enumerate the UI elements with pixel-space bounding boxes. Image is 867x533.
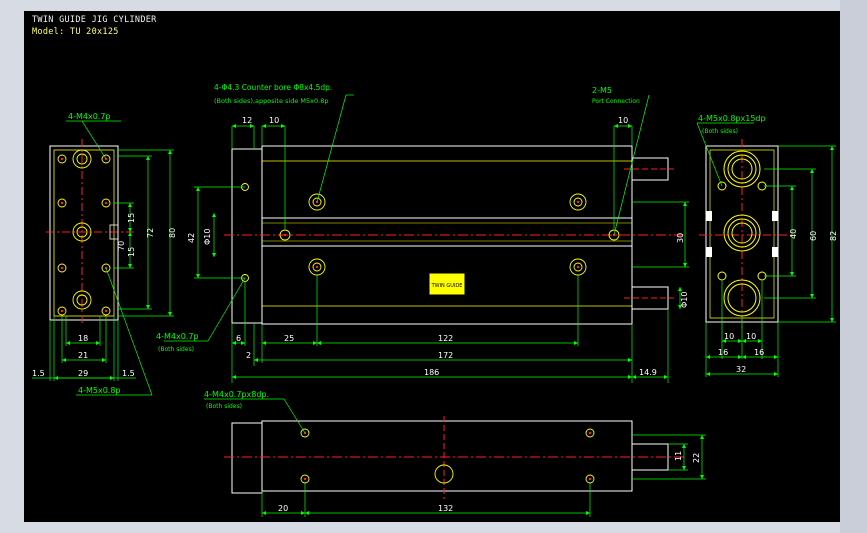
dim-22: 22 [692, 453, 701, 463]
both-sides-bottom: (Both sides) [206, 403, 242, 410]
port-connection-label: Port Connection [592, 98, 640, 105]
dim-10-right-a: 10 [724, 332, 734, 341]
dim-11: 11 [674, 451, 683, 461]
dim-29: 29 [78, 369, 88, 378]
bottom-view: 4-M4x0.7px8dp. (Both sides) 11 22 20 132 [204, 390, 706, 517]
dim-6: 6 [236, 334, 241, 343]
dim-82: 82 [829, 231, 838, 241]
dim-15b: 15 [127, 247, 136, 257]
counter-bore-callout-2: (Both sides),apposite side M5x0.8p [214, 97, 328, 105]
dim-phi10-right: Φ10 [680, 292, 689, 308]
dim-186: 186 [424, 368, 439, 377]
both-sides-front: (Both sides) [158, 346, 194, 353]
m5-callout: 4-M5x0.8p [78, 386, 121, 395]
label-plate: TWIN GUIDE [431, 283, 463, 289]
counter-bore-callout: 4-Φ4.3 Counter bore Φ8x4.5dp. [214, 83, 332, 92]
dim-42: 42 [187, 233, 196, 243]
dim-32: 32 [736, 365, 746, 374]
right-end-view: 4-M5x0.8px15dp (Both sides) 82 60 40 10 … [696, 114, 838, 377]
dim-10-front-left: 10 [269, 116, 279, 125]
dim-14-9: 14.9 [639, 368, 657, 377]
model-label: Model: TU 20x125 [32, 27, 119, 37]
dim-30: 30 [676, 233, 685, 243]
dim-80-left: 80 [168, 228, 177, 238]
left-end-view: 4-M4x0.7p 80 72 15 15 70 18 21 29 1.5 1.… [32, 112, 177, 396]
dim-70: 70 [117, 241, 126, 251]
dim-1-5-left: 1.5 [32, 369, 45, 378]
m5-port-callout: 2-M5 [592, 86, 612, 95]
m4-left-callout: 4-M4x0.7p [68, 112, 111, 121]
window-edge [840, 0, 867, 533]
dim-1-5-right: 1.5 [122, 369, 135, 378]
m4-bottom-callout: 4-M4x0.7px8dp. [204, 390, 269, 399]
dim-18: 18 [78, 334, 88, 343]
dim-2: 2 [246, 351, 251, 360]
dim-172: 172 [438, 351, 453, 360]
dim-72: 72 [146, 228, 155, 238]
dim-16-a: 16 [718, 348, 728, 357]
cad-viewport[interactable]: TWIN GUIDE JIG CYLINDER Model: TU 20x125 [24, 11, 840, 522]
dim-132: 132 [438, 504, 453, 513]
drawing-title: TWIN GUIDE JIG CYLINDER [32, 15, 157, 25]
dim-10-right-b: 10 [746, 332, 756, 341]
both-sides-right: (Both sides) [702, 128, 738, 135]
dim-phi10-left: Φ10 [203, 229, 212, 245]
dim-122: 122 [438, 334, 453, 343]
dim-15a: 15 [127, 213, 136, 223]
dim-25: 25 [284, 334, 294, 343]
front-view: TWIN GUIDE 12 10 10 4-Φ4.3 Counter bore … [156, 83, 689, 383]
dim-12: 12 [242, 116, 252, 125]
m5-right-callout: 4-M5x0.8px15dp [698, 114, 766, 123]
dim-60: 60 [809, 231, 818, 241]
dim-40: 40 [789, 229, 798, 239]
dim-16-b: 16 [754, 348, 764, 357]
dim-21: 21 [78, 351, 88, 360]
dim-20: 20 [278, 504, 288, 513]
m4-front-callout: 4-M4x0.7p [156, 332, 199, 341]
dim-10-front-right: 10 [618, 116, 628, 125]
